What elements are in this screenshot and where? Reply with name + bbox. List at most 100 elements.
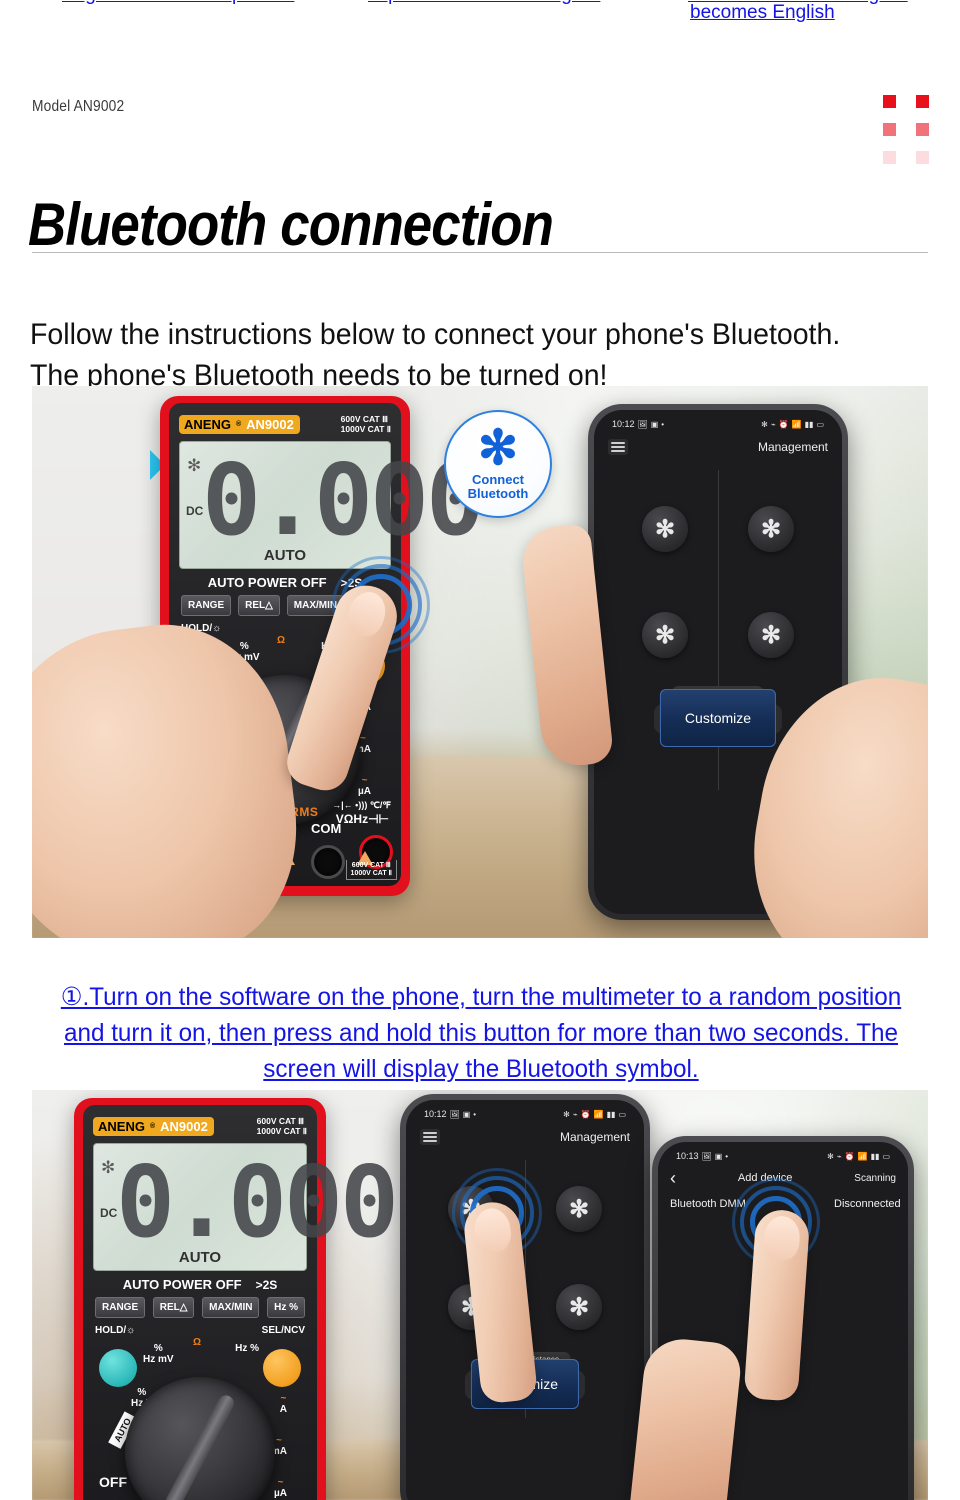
bluetooth-icon: ✻ [761, 419, 768, 429]
hamburger-icon[interactable] [608, 439, 628, 455]
device-model: AN9002 [160, 1118, 208, 1134]
app-icon: ▣ [650, 419, 659, 429]
dot [916, 95, 929, 108]
sel-ncv-knob[interactable] [263, 1349, 301, 1387]
illustration-panel-2: ANENG ® AN9002 600V CAT Ⅲ 1000V CAT Ⅱ ✻ D… [32, 1090, 928, 1500]
dial-label-amp: ~A [279, 1393, 287, 1415]
fingernail [342, 587, 391, 641]
multimeter-device-2: ANENG ® AN9002 600V CAT Ⅲ 1000V CAT Ⅱ ✻ D… [74, 1098, 399, 1500]
wifi-icon: 📶 [791, 419, 802, 429]
wifi-icon: 📶 [857, 1151, 868, 1161]
dot [916, 123, 929, 136]
status-bar: 10:13 🖼 ▣ • ✻ ⌁ ⏰ 📶 ▮▮ ▭ [658, 1148, 908, 1164]
nfc-icon: ⌁ [836, 1151, 842, 1161]
signal-icon: ▮▮ [804, 419, 814, 429]
chevron-left-icon[interactable]: ‹ [670, 1169, 676, 1187]
dot [883, 151, 896, 164]
dot [883, 123, 896, 136]
badge-line-1: Connect [472, 471, 524, 487]
bluetooth-icon: ✻ [477, 421, 519, 475]
status-right: ✻ ⌁ ⏰ 📶 ▮▮ ▭ [761, 420, 824, 429]
jack-label-vohm: VΩHz⊣⊢ [335, 812, 389, 826]
lcd-display: ✻ DC 0.000 AUTO [179, 441, 485, 569]
range-button[interactable]: RANGE [95, 1297, 146, 1318]
maxmin-button[interactable]: MAX/MIN [202, 1297, 260, 1318]
device-tile-1[interactable]: ✻ [642, 506, 688, 552]
hamburger-icon[interactable] [420, 1129, 440, 1145]
device-top-bar: ANENG ® AN9002 600V CAT Ⅲ 1000V CAT Ⅱ [83, 1113, 317, 1139]
jack-com[interactable] [311, 845, 345, 879]
dial-label-ua: ~ µA [358, 775, 371, 797]
lead-paragraph: Follow the instructions below to connect… [30, 318, 841, 392]
device-connection-status: Disconnected [834, 1198, 901, 1210]
bluetooth-icon: ✻ [187, 456, 202, 475]
cat-line-2: 1000V CAT Ⅱ [340, 424, 391, 434]
status-right: ✻ ⌁ ⏰ 📶 ▮▮ ▭ [563, 1110, 626, 1119]
step-1-caption: ①.Turn on the software on the phone, tur… [60, 983, 902, 1083]
alarm-icon: ⏰ [580, 1109, 591, 1119]
alarm-icon: ⏰ [844, 1151, 855, 1161]
dial-label-ohm: Ω [193, 1337, 202, 1348]
brand-name: ANENG [184, 416, 231, 432]
fingernail [472, 1206, 513, 1255]
registered-mark: ® [235, 420, 242, 428]
top-link-2[interactable]: Japanese becomes English [368, 0, 600, 6]
hold-backlight-knob[interactable] [99, 1349, 137, 1387]
hold-label: HOLD/☼ [95, 1325, 136, 1336]
registered-mark: ® [149, 1122, 156, 1130]
battery-icon: ▭ [816, 419, 824, 429]
dot-icon: • [725, 1151, 729, 1161]
badge-caption: Connect Bluetooth [467, 471, 529, 501]
dot [916, 151, 929, 164]
fingernail [762, 1214, 802, 1262]
badge-line-2: Bluetooth [467, 485, 529, 501]
auto-power-off-row: AUTO POWER OFF >2S [83, 1277, 317, 1292]
range-button[interactable]: RANGE [181, 595, 232, 616]
picture-icon: 🖼 [701, 1151, 712, 1161]
customize-button[interactable]: Customize [659, 689, 777, 747]
scanning-status: Scanning [854, 1172, 896, 1184]
device-tile-4[interactable]: ✻ [556, 1284, 602, 1330]
device-tile-3[interactable]: ✻ [642, 612, 688, 658]
dc-indicator: DC [186, 504, 204, 518]
lcd-auto-label: AUTO [178, 1249, 222, 1266]
brand-badge: ANENG ® AN9002 [93, 1116, 214, 1136]
device-button-row: RANGE REL△ MAX/MIN Hz % [95, 1297, 305, 1318]
top-link-4[interactable]: becomes English [690, 2, 835, 24]
battery-icon: ▭ [882, 1151, 890, 1161]
brand-badge: ANENG ® AN9002 [179, 414, 300, 434]
signal-icon: ▮▮ [870, 1151, 880, 1161]
dial-label-ua: ~ µA [274, 1477, 287, 1499]
rel-button[interactable]: REL△ [238, 595, 280, 616]
sel-ncv-label: SEL/NCV [261, 1325, 305, 1336]
status-time: 10:12 [612, 419, 635, 429]
status-left: 10:12 🖼 ▣ • [612, 419, 664, 429]
app-nav-bar: Management [406, 1124, 644, 1150]
model-label: Model AN9002 [32, 98, 125, 115]
dial-label-hz-pct: Hz % [235, 1343, 259, 1354]
app-title: Management [559, 1130, 630, 1144]
auto-power-off-label: AUTO POWER OFF [207, 575, 327, 590]
dot-icon: • [661, 419, 665, 429]
top-link-1[interactable]: English becomes Japanese [62, 0, 294, 6]
signal-icon: ▮▮ [606, 1109, 616, 1119]
device-tile-4[interactable]: ✻ [748, 612, 794, 658]
rel-button[interactable]: REL△ [152, 1297, 195, 1318]
connect-bluetooth-badge: ✻ Connect Bluetooth [444, 410, 552, 518]
status-bar: 10:12 🖼 ▣ • ✻ ⌁ ⏰ 📶 ▮▮ ▭ [594, 416, 842, 432]
device-top-bar: ANENG ® AN9002 600V CAT Ⅲ 1000V CAT Ⅱ [169, 411, 401, 437]
status-bar: 10:12 🖼 ▣ • ✻ ⌁ ⏰ 📶 ▮▮ ▭ [406, 1106, 644, 1122]
wifi-icon: 📶 [593, 1109, 604, 1119]
bluetooth-icon: ✻ [563, 1109, 570, 1119]
alarm-icon: ⏰ [778, 419, 789, 429]
nfc-icon: ⌁ [770, 419, 776, 429]
device-tile-2[interactable]: ✻ [748, 506, 794, 552]
hz-percent-button[interactable]: Hz % [267, 1297, 305, 1318]
top-link-strip: English becomes Japanese Japanese become… [0, 0, 960, 28]
bluetooth-icon: ✻ [827, 1151, 834, 1161]
battery-icon: ▭ [618, 1109, 626, 1119]
illustration-panel-1: ANENG ® AN9002 600V CAT Ⅲ 1000V CAT Ⅱ ✻ D… [32, 386, 928, 938]
fuse-label-cat: 600V CAT Ⅲ 1000V CAT Ⅱ [345, 860, 397, 880]
jack-label-diode-row: →|← •))) ℃/℉ [332, 800, 391, 810]
device-tile-2[interactable]: ✻ [556, 1186, 602, 1232]
